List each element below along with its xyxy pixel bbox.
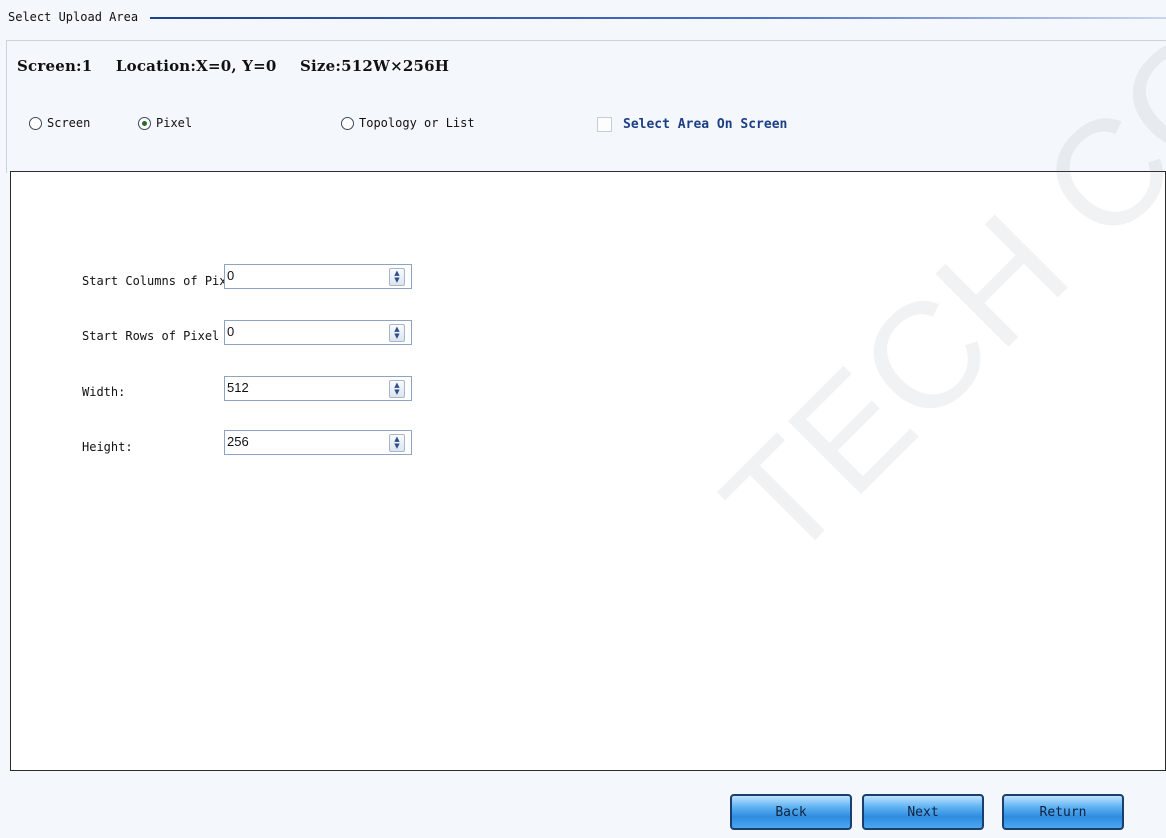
select-area-on-screen[interactable]: Select Area On Screen	[597, 117, 787, 132]
radio-screen[interactable]: Screen	[29, 116, 90, 130]
width-label: Width:	[82, 385, 126, 399]
bottom-button-bar	[0, 773, 1166, 838]
group-title-divider	[150, 17, 1166, 19]
width-spinbox[interactable]: 512 ▲ ▼	[224, 376, 412, 401]
spin-down-icon[interactable]: ▼	[394, 442, 399, 450]
next-button[interactable]: Next	[862, 794, 984, 830]
start-columns-stepper[interactable]: ▲ ▼	[383, 265, 411, 288]
height-value[interactable]: 256	[227, 434, 249, 449]
select-area-checkbox[interactable]	[597, 117, 612, 132]
group-title: Select Upload Area	[8, 10, 141, 24]
radio-topology[interactable]: Topology or List	[341, 116, 475, 130]
select-area-label: Select Area On Screen	[623, 117, 788, 132]
screen-location: Location:X=0, Y=0	[115, 57, 277, 75]
height-spinbox[interactable]: 256 ▲ ▼	[224, 430, 412, 455]
start-rows-value[interactable]: 0	[227, 324, 234, 339]
start-columns-label: Start Columns of Pixel	[82, 274, 228, 288]
pixel-settings-panel	[10, 171, 1166, 771]
start-rows-label: Start Rows of Pixel	[82, 329, 220, 343]
screen-size: Size:512W×256H	[300, 57, 450, 75]
start-rows-spinbox[interactable]: 0 ▲ ▼	[224, 320, 412, 345]
radio-screen-label: Screen	[47, 116, 91, 130]
start-columns-value[interactable]: 0	[227, 268, 234, 283]
spin-down-icon[interactable]: ▼	[394, 388, 399, 396]
radio-pixel[interactable]: Pixel	[138, 116, 192, 130]
radio-pixel-label: Pixel	[156, 116, 193, 130]
radio-topology-label: Topology or List	[359, 116, 475, 130]
spin-down-icon[interactable]: ▼	[394, 332, 399, 340]
width-value[interactable]: 512	[227, 380, 249, 395]
screen-info: Screen:1 Location:X=0, Y=0 Size:512W×256…	[17, 57, 467, 75]
radio-topology-indicator[interactable]	[341, 116, 354, 130]
start-rows-stepper[interactable]: ▲ ▼	[383, 321, 411, 344]
spin-down-icon[interactable]: ▼	[394, 276, 399, 284]
height-stepper[interactable]: ▲ ▼	[383, 431, 411, 454]
back-button[interactable]: Back	[730, 794, 852, 830]
height-label: Height:	[82, 440, 133, 454]
width-stepper[interactable]: ▲ ▼	[383, 377, 411, 400]
radio-screen-indicator[interactable]	[29, 116, 42, 130]
screen-number: Screen:1	[17, 57, 93, 75]
return-button[interactable]: Return	[1002, 794, 1124, 830]
start-columns-spinbox[interactable]: 0 ▲ ▼	[224, 264, 412, 289]
radio-pixel-indicator[interactable]	[138, 116, 151, 130]
